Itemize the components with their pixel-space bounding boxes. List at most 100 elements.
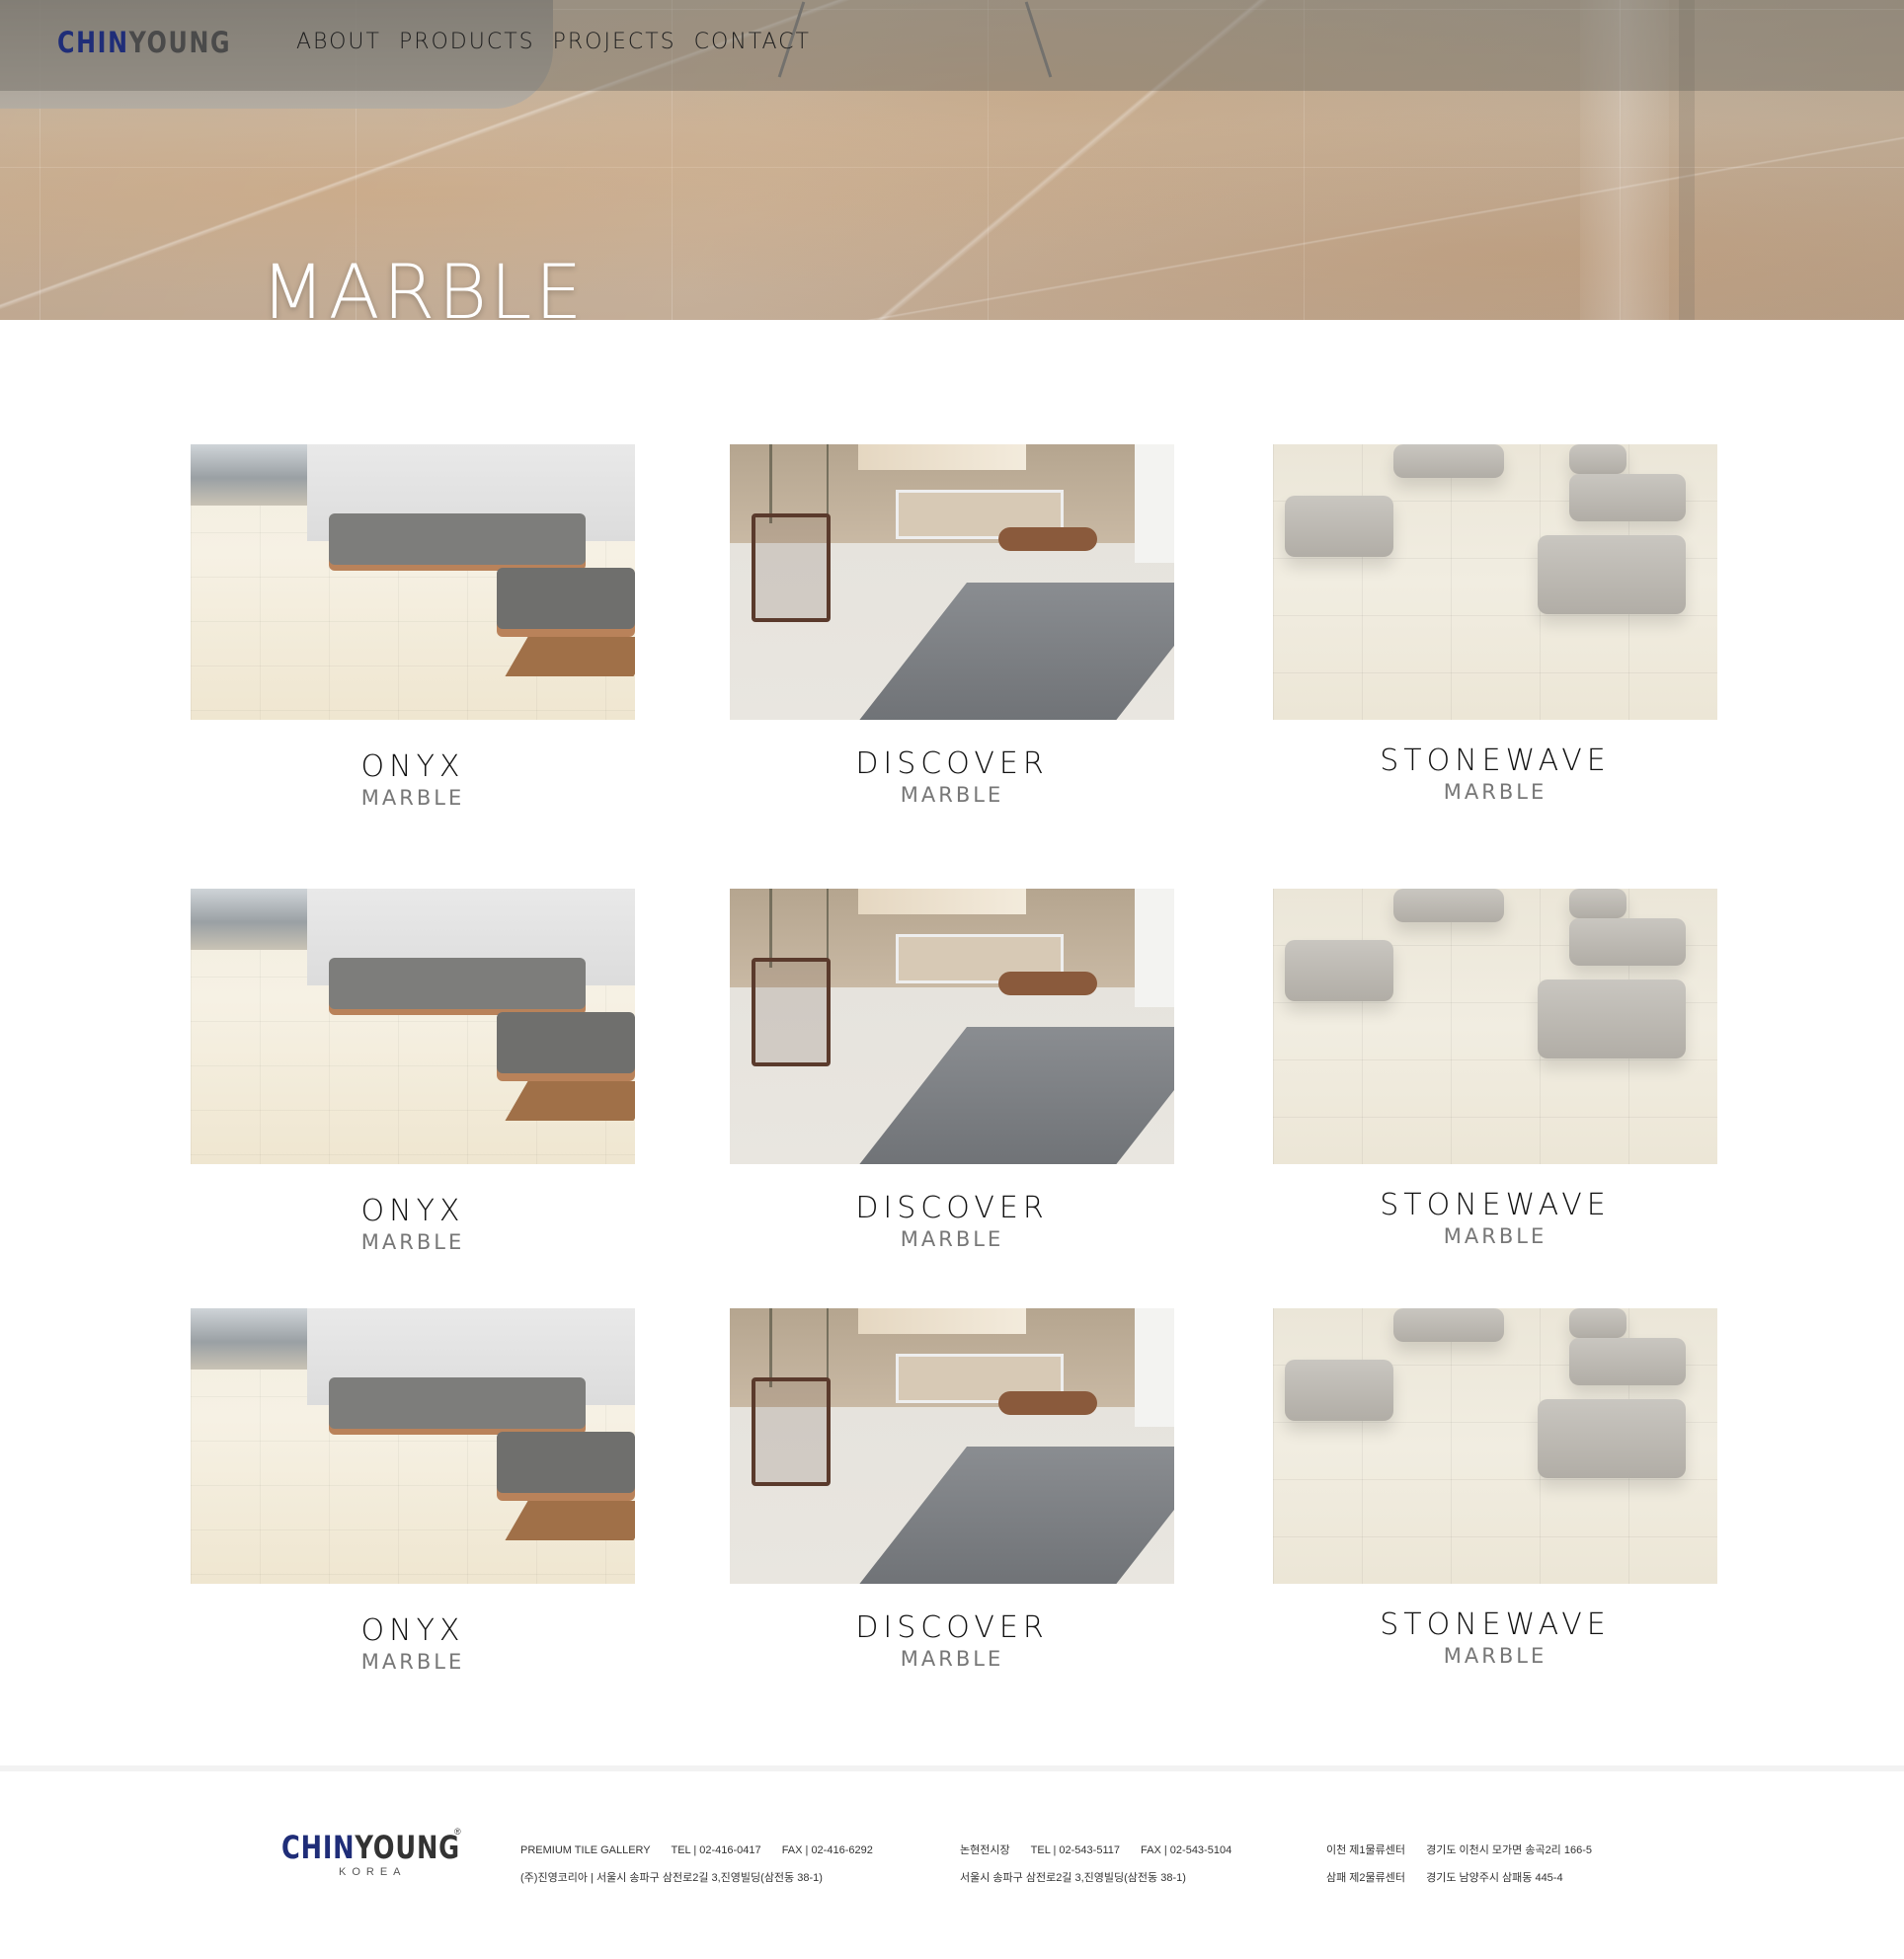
product-name: DISCOVER <box>855 1191 1049 1225</box>
product-card[interactable]: ONYX MARBLE <box>191 444 635 810</box>
footer-logistics-info: 이천 제1물류센터 경기도 이천시 모가면 송곡2리 166-5 삼패 제2물류… <box>1326 1837 1592 1892</box>
stone-bench <box>1285 940 1393 1001</box>
logistics2-name: 삼패 제2물류센터 <box>1326 1872 1406 1884</box>
footer-showroom-line1: 논현전시장 TEL | 02-543-5117 FAX | 02-543-510… <box>960 1837 1231 1864</box>
sofa <box>329 513 586 565</box>
logistics1-address: 경기도 이천시 모가면 송곡2리 166-5 <box>1426 1844 1592 1856</box>
product-card[interactable]: DISCOVER MARBLE <box>730 444 1174 807</box>
product-category: MARBLE <box>360 786 465 810</box>
product-category: MARBLE <box>900 783 1004 807</box>
footer-logo[interactable]: CHINYOUNG ® KOREA <box>281 1827 505 1878</box>
product-image[interactable] <box>730 1308 1174 1584</box>
sofa-ottoman <box>497 1012 635 1073</box>
product-name: DISCOVER <box>855 746 1049 781</box>
product-card[interactable]: ONYX MARBLE <box>191 1308 635 1674</box>
nav-about[interactable]: ABOUT <box>296 30 381 54</box>
product-name: STONEWAVE <box>1380 744 1611 778</box>
footer-gallery-line1: PREMIUM TILE GALLERY TEL | 02-416-0417 F… <box>520 1837 873 1864</box>
product-category: MARBLE <box>900 1647 1004 1671</box>
stone-bench <box>1569 1338 1686 1385</box>
gallery-tel: TEL | 02-416-0417 <box>671 1844 761 1856</box>
logo-part-young: YOUNG <box>128 26 232 59</box>
brand-logo[interactable]: CHINYOUNG <box>57 26 231 59</box>
main-nav: ABOUT PRODUCTS PROJECTS CONTACT <box>296 30 811 54</box>
product-image[interactable] <box>191 889 635 1164</box>
sofa-ottoman <box>497 568 635 629</box>
stone-bench <box>1538 980 1686 1058</box>
window-view <box>191 889 307 950</box>
lounge-chair <box>752 513 831 622</box>
wood-mat <box>505 1501 635 1540</box>
footer-logistics-line2: 삼패 제2물류센터 경기도 남양주시 삼패동 445-4 <box>1326 1864 1592 1892</box>
stone-bench <box>1285 496 1393 557</box>
pool <box>842 1027 1174 1164</box>
window-light <box>1135 444 1174 563</box>
product-image[interactable] <box>1273 889 1717 1164</box>
plant <box>769 1308 829 1387</box>
stone-bench <box>1569 918 1686 966</box>
sofa <box>329 958 586 1009</box>
product-card[interactable]: DISCOVER MARBLE <box>730 1308 1174 1671</box>
wall-picture <box>858 889 1026 914</box>
pool <box>842 583 1174 720</box>
showroom-tel: TEL | 02-543-5117 <box>1030 1844 1120 1856</box>
product-card[interactable]: ONYX MARBLE <box>191 889 635 1254</box>
showroom-name: 논현전시장 <box>960 1844 1010 1856</box>
product-card[interactable]: STONEWAVE MARBLE <box>1273 1308 1717 1668</box>
product-card[interactable]: DISCOVER MARBLE <box>730 889 1174 1251</box>
site-footer: CHINYOUNG ® KOREA PREMIUM TILE GALLERY T… <box>0 1765 1904 1959</box>
wall-picture <box>858 444 1026 470</box>
gallery-address: (주)진영코리아 | 서울시 송파구 삼전로2길 3,진영빌딩(삼전동 38-1… <box>520 1872 823 1884</box>
footer-showroom-info: 논현전시장 TEL | 02-543-5117 FAX | 02-543-510… <box>960 1837 1231 1892</box>
product-name: DISCOVER <box>855 1610 1049 1645</box>
wood-mat <box>505 637 635 676</box>
stone-bench <box>1569 889 1626 918</box>
product-name: ONYX <box>360 1194 465 1228</box>
window-view <box>191 444 307 506</box>
product-image[interactable] <box>191 444 635 720</box>
plant <box>769 889 829 968</box>
stone-bench <box>1569 444 1626 474</box>
sofa-ottoman <box>497 1432 635 1493</box>
footer-logo-korea: KOREA <box>339 1866 407 1878</box>
window-light <box>1135 889 1174 1007</box>
footer-logistics-line1: 이천 제1물류센터 경기도 이천시 모가면 송곡2리 166-5 <box>1326 1837 1592 1864</box>
logo-part-chin: CHIN <box>57 26 129 59</box>
stone-bench <box>1285 1360 1393 1421</box>
nav-contact[interactable]: CONTACT <box>694 30 811 54</box>
nav-products[interactable]: PRODUCTS <box>399 30 535 54</box>
product-name: ONYX <box>360 749 465 784</box>
product-image[interactable] <box>730 444 1174 720</box>
registered-mark: ® <box>454 1827 461 1837</box>
leather-pouf <box>998 1391 1097 1415</box>
product-category: MARBLE <box>1443 780 1547 804</box>
footer-logo-wordmark: CHINYOUNG <box>281 1829 460 1866</box>
lounge-chair <box>752 958 831 1066</box>
product-image[interactable] <box>191 1308 635 1584</box>
product-card[interactable]: STONEWAVE MARBLE <box>1273 889 1717 1248</box>
product-image[interactable] <box>1273 1308 1717 1584</box>
leather-pouf <box>998 527 1097 551</box>
showroom-address: 서울시 송파구 삼전로2길 3,진영빌딩(삼전동 38-1) <box>960 1872 1186 1884</box>
product-image[interactable] <box>1273 444 1717 720</box>
footer-gallery-info: PREMIUM TILE GALLERY TEL | 02-416-0417 F… <box>520 1837 873 1892</box>
logistics2-address: 경기도 남양주시 삼패동 445-4 <box>1426 1872 1563 1884</box>
nav-projects[interactable]: PROJECTS <box>553 30 676 54</box>
product-name: STONEWAVE <box>1380 1607 1611 1642</box>
sofa <box>329 1377 586 1429</box>
product-name: ONYX <box>360 1613 465 1648</box>
footer-logo-chin: CHIN <box>281 1829 356 1866</box>
window-light <box>1135 1308 1174 1427</box>
hero-banner: CHINYOUNG ABOUT PRODUCTS PROJECTS CONTAC… <box>0 0 1904 320</box>
product-card[interactable]: STONEWAVE MARBLE <box>1273 444 1717 804</box>
pool <box>842 1447 1174 1584</box>
top-navbar: CHINYOUNG ABOUT PRODUCTS PROJECTS CONTAC… <box>0 0 1904 91</box>
stone-bench <box>1393 889 1504 922</box>
product-category: MARBLE <box>1443 1644 1547 1668</box>
product-image[interactable] <box>730 889 1174 1164</box>
gallery-name: PREMIUM TILE GALLERY <box>520 1844 651 1856</box>
window-view <box>191 1308 307 1370</box>
leather-pouf <box>998 972 1097 995</box>
plant <box>769 444 829 523</box>
stone-bench <box>1538 1399 1686 1478</box>
